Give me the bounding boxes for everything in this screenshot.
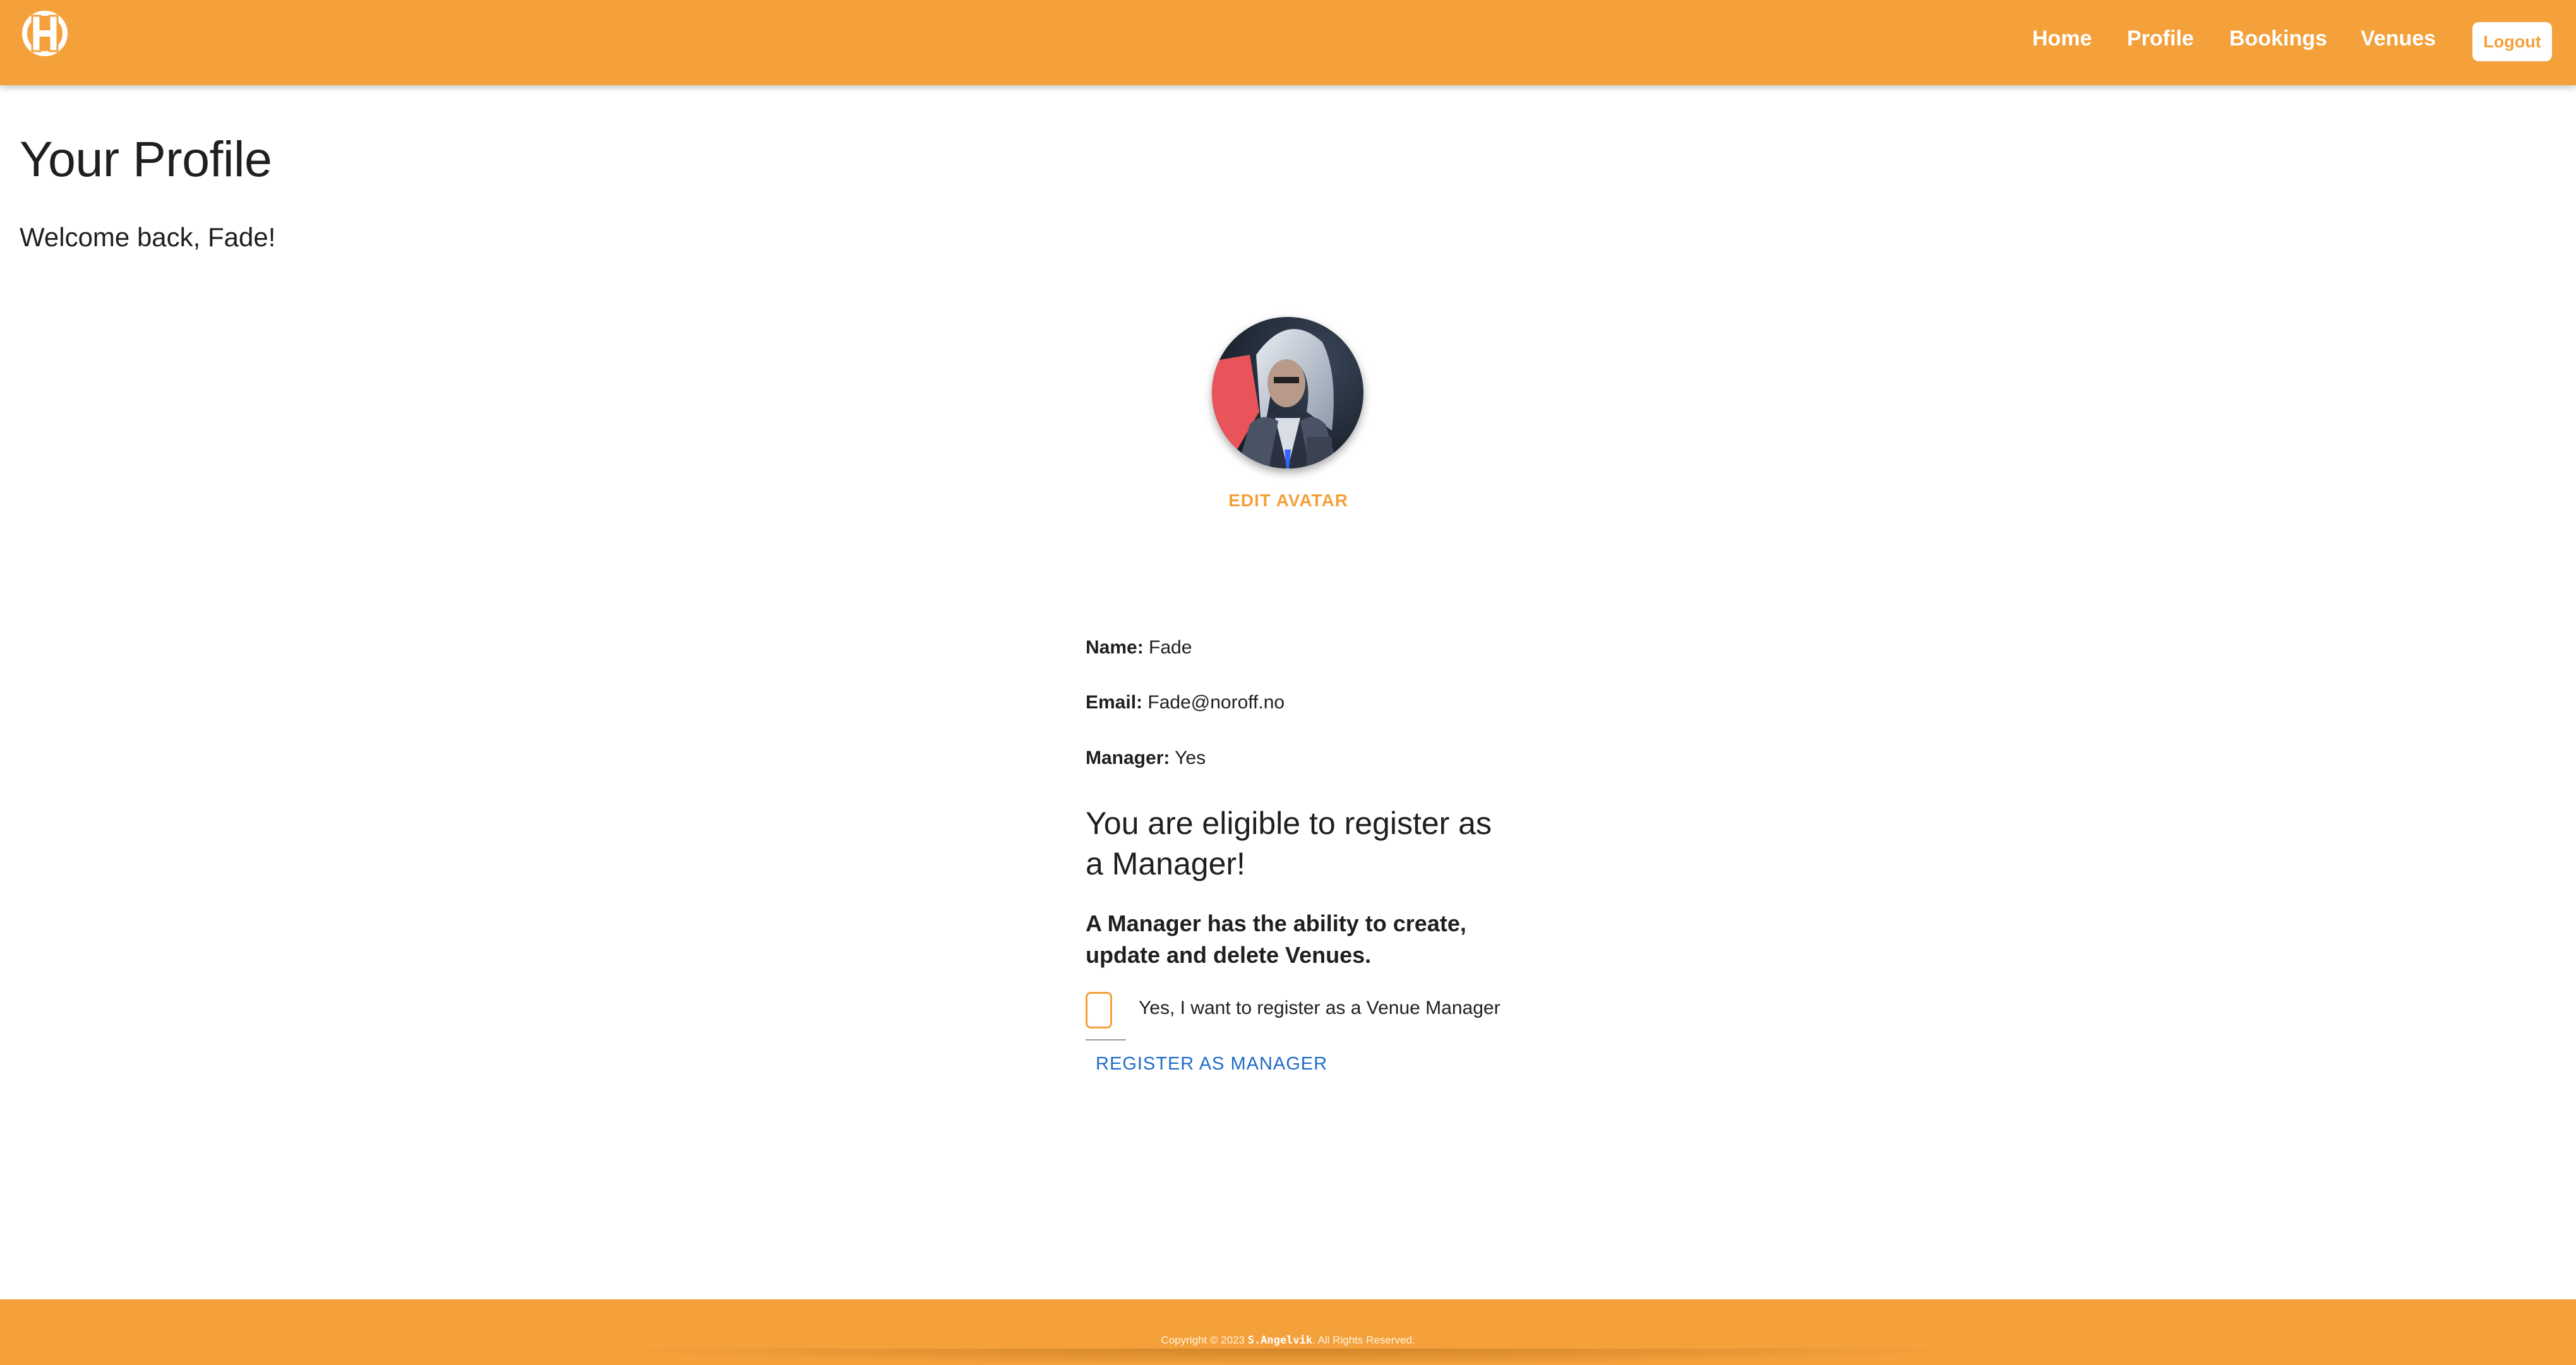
copyright-text: Copyright © 2023 S.Angelvik. All Rights … <box>0 1334 2576 1347</box>
nav-home[interactable]: Home <box>2032 27 2092 51</box>
venue-manager-checkbox-label[interactable]: Yes, I want to register as a Venue Manag… <box>1139 998 1501 1019</box>
profile-manager-row: Manager: Yes <box>1086 748 1206 769</box>
email-value: Fade@noroff.no <box>1147 692 1285 713</box>
divider <box>1086 1039 1126 1040</box>
footer: Copyright © 2023 S.Angelvik. All Rights … <box>0 1299 2576 1365</box>
top-navbar: Home Profile Bookings Venues Logout <box>0 0 2576 85</box>
eligible-heading: You are eligible to register as a Manage… <box>1086 806 1492 881</box>
copyright-suffix: . All Rights Reserved. <box>1312 1334 1415 1346</box>
profile-email-row: Email: Fade@noroff.no <box>1086 692 1285 713</box>
edit-avatar-button[interactable]: EDIT AVATAR <box>1162 490 1415 511</box>
manager-description: A Manager has the ability to create, upd… <box>1086 910 1466 968</box>
welcome-message: Welcome back, Fade! <box>20 222 276 252</box>
footer-shadow <box>606 1349 1970 1365</box>
register-as-manager-button[interactable]: REGISTER AS MANAGER <box>1086 1051 1338 1077</box>
manager-label: Manager: <box>1086 748 1170 768</box>
nav-venues[interactable]: Venues <box>2361 27 2436 51</box>
profile-name-row: Name: Fade <box>1086 637 1192 659</box>
venue-manager-checkbox[interactable] <box>1086 992 1112 1028</box>
nav-profile[interactable]: Profile <box>2127 27 2194 51</box>
email-label: Email: <box>1086 692 1143 713</box>
nav-bookings[interactable]: Bookings <box>2229 27 2327 51</box>
copyright-prefix: Copyright © 2023 <box>1161 1334 1245 1346</box>
page-title: Your Profile <box>20 131 272 187</box>
avatar <box>1212 317 1363 468</box>
manager-value: Yes <box>1175 748 1206 768</box>
h-circle-logo-icon[interactable] <box>20 8 70 59</box>
name-label: Name: <box>1086 637 1144 658</box>
logout-button[interactable]: Logout <box>2472 22 2552 61</box>
copyright-author: S.Angelvik <box>1247 1334 1313 1347</box>
name-value: Fade <box>1149 637 1192 658</box>
